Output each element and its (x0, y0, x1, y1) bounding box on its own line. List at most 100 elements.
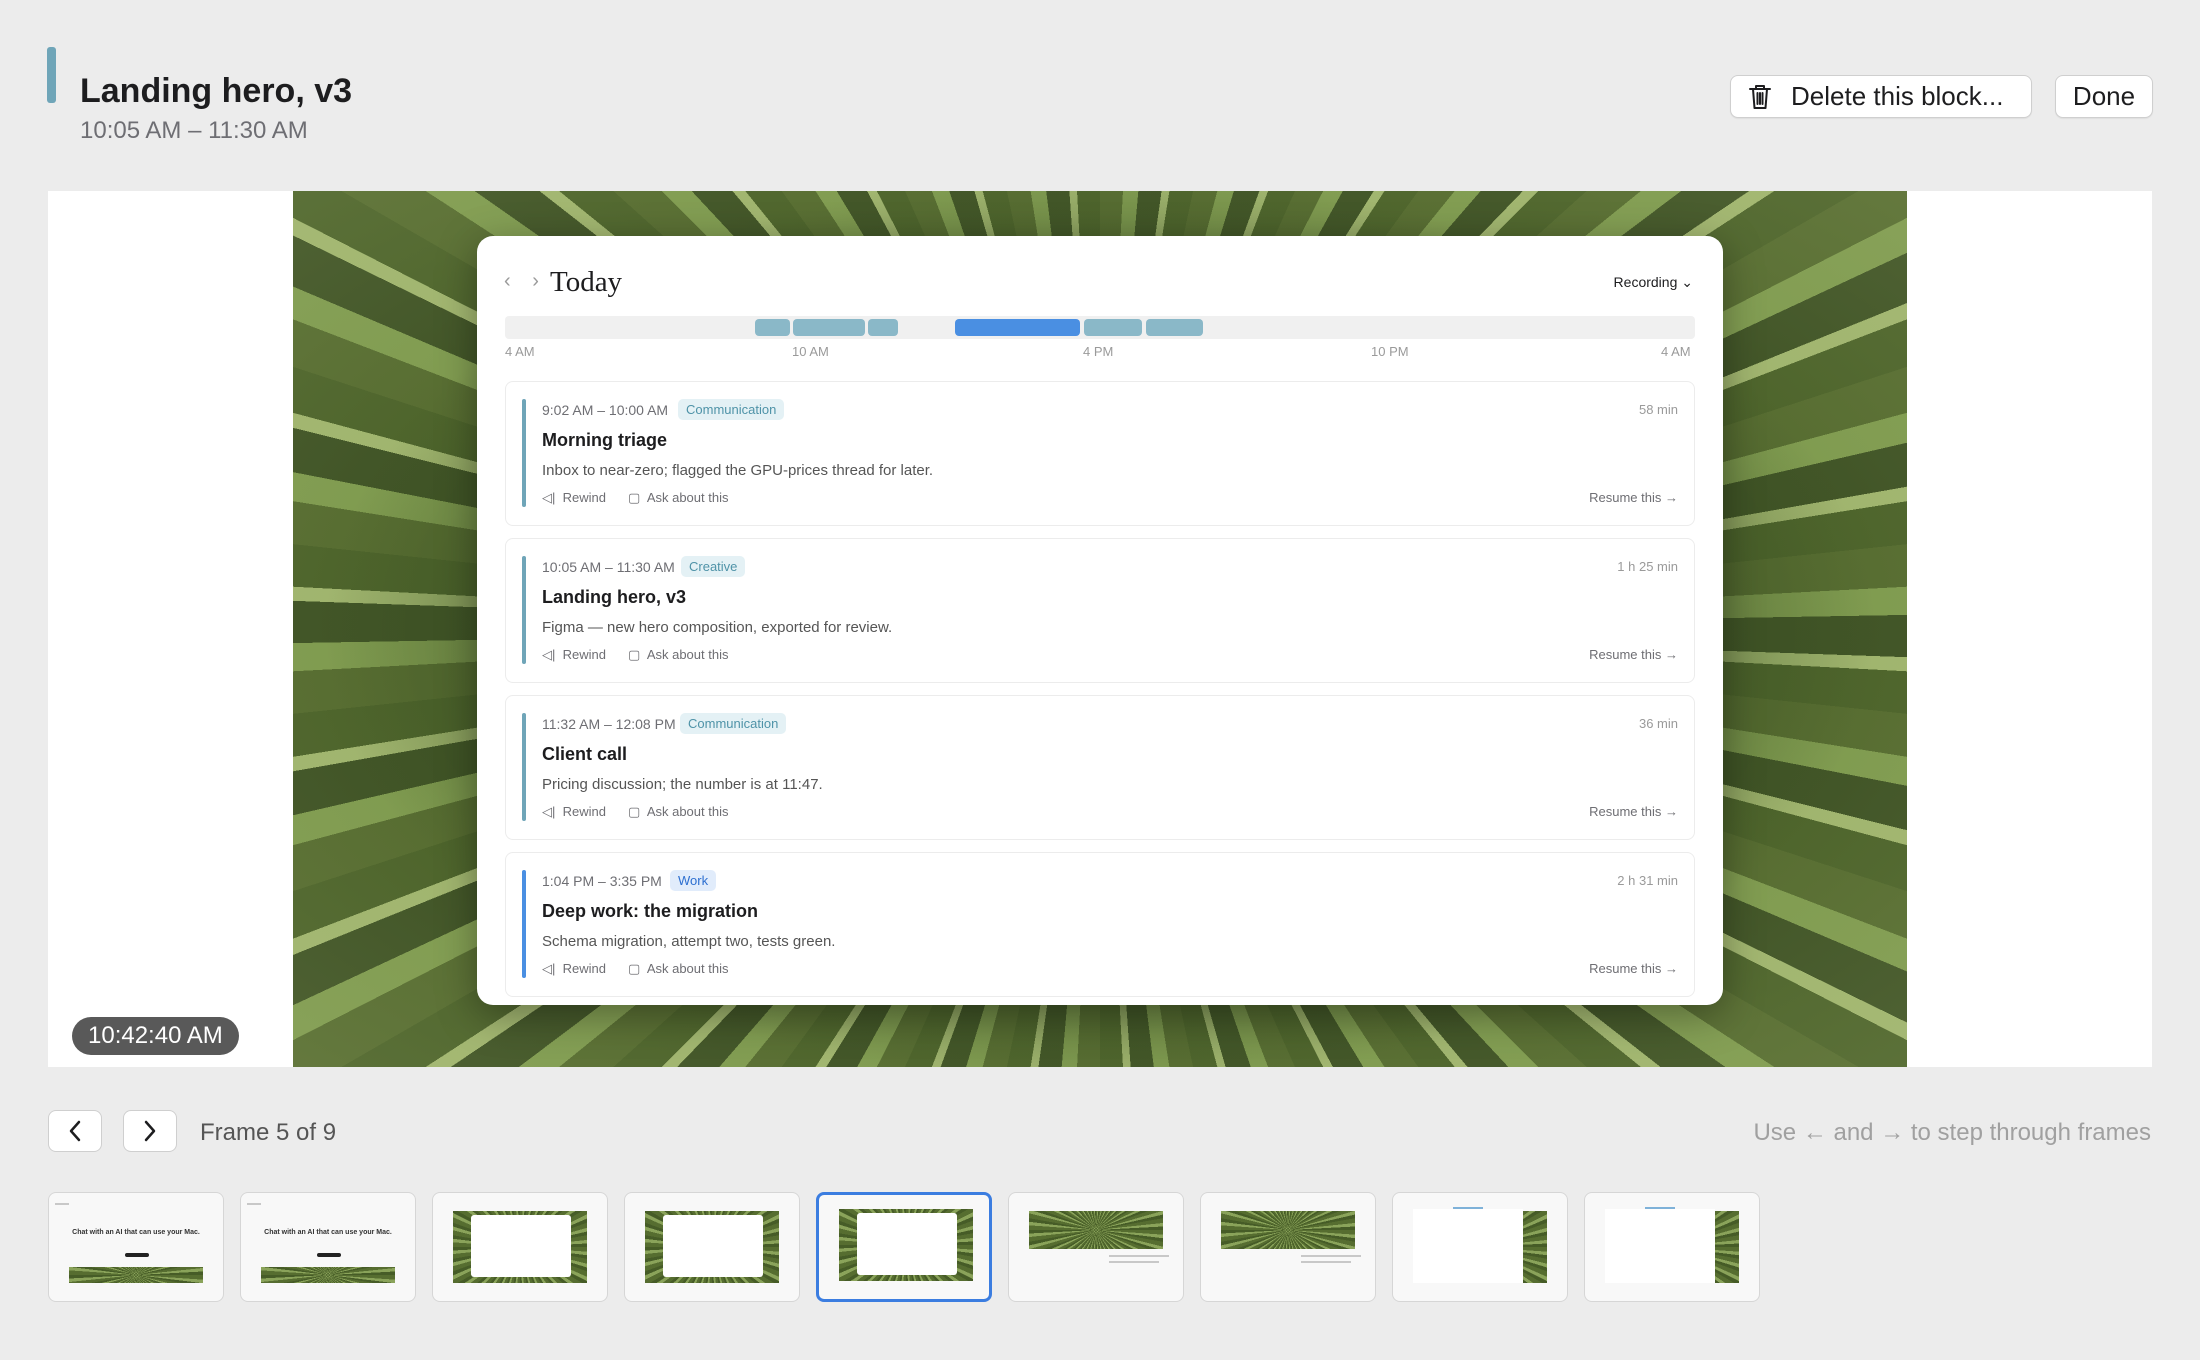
card-tag: Communication (680, 713, 787, 734)
frame-thumbnail-7[interactable] (1200, 1192, 1376, 1302)
captured-app-title: Today (550, 266, 623, 298)
card-duration: 36 min (1638, 716, 1678, 731)
thumb-hero-text: Chat with an AI that can use your Mac. (264, 1229, 392, 1236)
thumb-hero-text: Chat with an AI that can use your Mac. (72, 1229, 200, 1236)
timeline-segment (793, 319, 865, 336)
card-duration: 2 h 31 min (1617, 873, 1678, 888)
trash-icon (1749, 84, 1771, 109)
delete-block-button[interactable]: Delete this block... (1730, 75, 2032, 118)
timeline-tick: 4 PM (1083, 344, 1114, 359)
rewind-icon: ◁| (542, 647, 556, 662)
card-ask: ▢ Ask about this (628, 490, 729, 505)
card-tag: Work (670, 870, 717, 891)
frame-thumbnail-5[interactable] (816, 1192, 992, 1302)
thumb-line (1109, 1261, 1159, 1263)
speech-bubble-icon: ▢ (628, 961, 641, 976)
frame-thumbnail-4[interactable] (624, 1192, 800, 1302)
thumb-line (1645, 1207, 1675, 1209)
timeline-segment (868, 319, 898, 336)
card-description: Schema migration, attempt two, tests gre… (542, 933, 836, 950)
card-ask: ▢ Ask about this (628, 961, 729, 976)
block-title: Landing hero, v3 (80, 72, 353, 110)
card-accent-bar (522, 556, 526, 664)
activity-card: 9:02 AM – 10:00 AM Communication 58 min … (505, 381, 1695, 526)
thumb-window (857, 1213, 957, 1275)
thumb-window (1605, 1209, 1715, 1283)
timeline-tick: 10 PM (1371, 344, 1409, 359)
thumb-background (1029, 1211, 1163, 1249)
frame-thumbnail-3[interactable] (432, 1192, 608, 1302)
timeline-segment (1084, 319, 1142, 336)
card-rewind: ◁| Rewind (542, 961, 606, 976)
frame-screenshot: ‹ › Today Recording ⌄ 4 AM 10 AM 4 PM 10… (293, 191, 1907, 1067)
rewind-icon: ◁| (542, 804, 556, 819)
speech-bubble-icon: ▢ (628, 804, 641, 819)
frame-thumbnail-6[interactable] (1008, 1192, 1184, 1302)
chevron-right-icon (144, 1120, 156, 1142)
card-time: 10:05 AM – 11:30 AM (542, 559, 675, 575)
thumb-line (55, 1203, 69, 1205)
card-accent-bar (522, 870, 526, 978)
activity-card: 11:32 AM – 12:08 PM Communication 36 min… (505, 695, 1695, 840)
card-description: Pricing discussion; the number is at 11:… (542, 776, 823, 793)
thumb-line (1301, 1261, 1351, 1263)
card-resume: Resume this → (1589, 490, 1678, 505)
done-button[interactable]: Done (2055, 75, 2153, 118)
thumb-window (471, 1215, 571, 1277)
timeline-segment (1146, 319, 1203, 336)
timeline-tick: 10 AM (792, 344, 829, 359)
card-ask: ▢ Ask about this (628, 647, 729, 662)
activity-card: 10:05 AM – 11:30 AM Creative 1 h 25 min … (505, 538, 1695, 683)
speech-bubble-icon: ▢ (628, 647, 641, 662)
card-duration: 1 h 25 min (1617, 559, 1678, 574)
card-time: 1:04 PM – 3:35 PM (542, 873, 662, 889)
rewind-icon: ◁| (542, 490, 556, 505)
card-title: Landing hero, v3 (542, 587, 687, 607)
frame-preview: ‹ › Today Recording ⌄ 4 AM 10 AM 4 PM 10… (48, 191, 2152, 1067)
card-time: 9:02 AM – 10:00 AM (542, 402, 669, 418)
card-time: 11:32 AM – 12:08 PM (542, 716, 676, 732)
rewind-icon: ◁| (542, 961, 556, 976)
frame-thumbnail-2[interactable]: Chat with an AI that can use your Mac. (240, 1192, 416, 1302)
card-tag: Creative (681, 556, 746, 577)
keyboard-hint: Use ← and → to step through frames (1753, 1119, 2151, 1146)
thumb-window (1413, 1209, 1523, 1283)
speech-bubble-icon: ▢ (628, 490, 641, 505)
thumb-background (261, 1267, 395, 1283)
activity-card: 1:04 PM – 3:35 PM Work 2 h 31 min Deep w… (505, 852, 1695, 997)
chevron-left-icon (69, 1120, 81, 1142)
delete-block-label: Delete this block... (1791, 81, 2004, 111)
next-frame-button[interactable] (123, 1110, 177, 1152)
timeline-segment (755, 319, 790, 336)
card-resume: Resume this → (1589, 804, 1678, 819)
timeline-tick: 4 AM (1661, 344, 1691, 359)
card-title: Client call (542, 744, 628, 764)
block-accent-bar (47, 47, 56, 103)
frame-timestamp: 10:42:40 AM (72, 1017, 239, 1055)
block-time-range: 10:05 AM – 11:30 AM (80, 117, 308, 144)
thumb-line (1109, 1255, 1169, 1257)
captured-app-window: ‹ › Today Recording ⌄ 4 AM 10 AM 4 PM 10… (477, 236, 1723, 1005)
thumb-window (663, 1215, 763, 1277)
thumb-line (1301, 1255, 1361, 1257)
frame-thumbnail-8[interactable] (1392, 1192, 1568, 1302)
card-accent-bar (522, 713, 526, 821)
thumb-background (69, 1267, 203, 1283)
card-duration: 58 min (1638, 402, 1678, 417)
card-rewind: ◁| Rewind (542, 804, 606, 819)
card-accent-bar (522, 399, 526, 507)
previous-frame-button[interactable] (48, 1110, 102, 1152)
card-rewind: ◁| Rewind (542, 490, 606, 505)
card-rewind: ◁| Rewind (542, 647, 606, 662)
thumb-line (1453, 1207, 1483, 1209)
captured-recording-dropdown: Recording ⌄ (1613, 274, 1693, 290)
card-tag: Communication (678, 399, 785, 420)
timeline-segment (955, 319, 1080, 336)
captured-timeline (505, 316, 1695, 339)
frame-thumbnail-9[interactable] (1584, 1192, 1760, 1302)
thumb-background (1221, 1211, 1355, 1249)
card-resume: Resume this → (1589, 647, 1678, 662)
frame-thumbnail-1[interactable]: Chat with an AI that can use your Mac. (48, 1192, 224, 1302)
frame-counter: Frame 5 of 9 (200, 1119, 337, 1146)
card-title: Deep work: the migration (542, 901, 759, 921)
